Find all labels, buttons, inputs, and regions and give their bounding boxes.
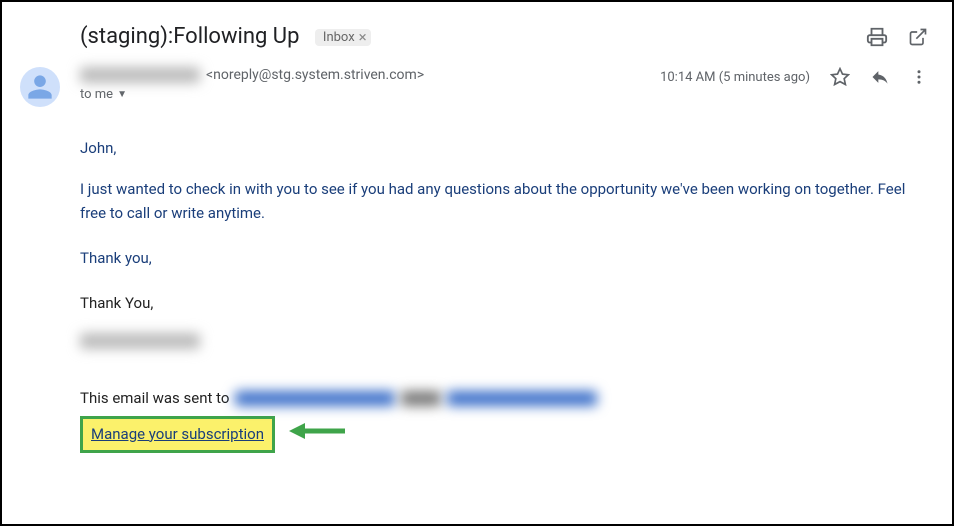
recipient-label: to me bbox=[80, 87, 113, 102]
inbox-label-chip[interactable]: Inbox × bbox=[315, 29, 371, 46]
header-actions bbox=[866, 26, 928, 48]
email-meta-row: <noreply@stg.system.striven.com> to me ▼… bbox=[2, 59, 952, 107]
sender-name-redacted bbox=[80, 67, 200, 83]
email-body: John, I just wanted to check in with you… bbox=[2, 107, 952, 453]
recipient-email-redacted bbox=[235, 391, 395, 406]
greeting: John, bbox=[80, 137, 928, 160]
chevron-down-icon[interactable]: ▼ bbox=[117, 89, 127, 100]
sent-to-prefix: This email was sent to bbox=[80, 387, 229, 410]
inbox-label-text: Inbox bbox=[323, 30, 355, 45]
sender-email-redacted bbox=[447, 391, 597, 406]
signature-label: Thank You, bbox=[80, 292, 928, 315]
manage-subscription-link[interactable]: Manage your subscription bbox=[91, 425, 264, 443]
open-in-new-icon[interactable] bbox=[908, 27, 928, 47]
print-icon[interactable] bbox=[866, 26, 888, 48]
manage-subscription-row: Manage your subscription bbox=[80, 410, 928, 453]
manage-subscription-highlight: Manage your subscription bbox=[80, 416, 275, 453]
email-timestamp: 10:14 AM (5 minutes ago) bbox=[660, 70, 810, 85]
more-icon[interactable] bbox=[910, 68, 928, 86]
recipient-line[interactable]: to me ▼ bbox=[80, 87, 660, 102]
remove-label-icon[interactable]: × bbox=[359, 30, 367, 45]
meta-right: 10:14 AM (5 minutes ago) bbox=[660, 67, 928, 87]
reply-icon[interactable] bbox=[870, 67, 890, 87]
sender-email: <noreply@stg.system.striven.com> bbox=[206, 67, 424, 83]
sender-line: <noreply@stg.system.striven.com> bbox=[80, 67, 660, 83]
annotation-arrow-icon bbox=[287, 419, 347, 450]
body-paragraph: I just wanted to check in with you to se… bbox=[80, 178, 928, 225]
subject-text: (staging):Following Up bbox=[80, 24, 299, 49]
from-label-redacted bbox=[401, 391, 441, 406]
email-subject: (staging):Following Up Inbox × bbox=[80, 24, 866, 49]
footer-sent-to: This email was sent to bbox=[80, 387, 928, 410]
star-icon[interactable] bbox=[830, 67, 850, 87]
signature-name-redacted bbox=[80, 333, 200, 349]
sender-avatar bbox=[20, 67, 60, 107]
sender-block: <noreply@stg.system.striven.com> to me ▼ bbox=[80, 67, 660, 102]
email-header: (staging):Following Up Inbox × bbox=[2, 2, 952, 59]
closing: Thank you, bbox=[80, 247, 928, 270]
